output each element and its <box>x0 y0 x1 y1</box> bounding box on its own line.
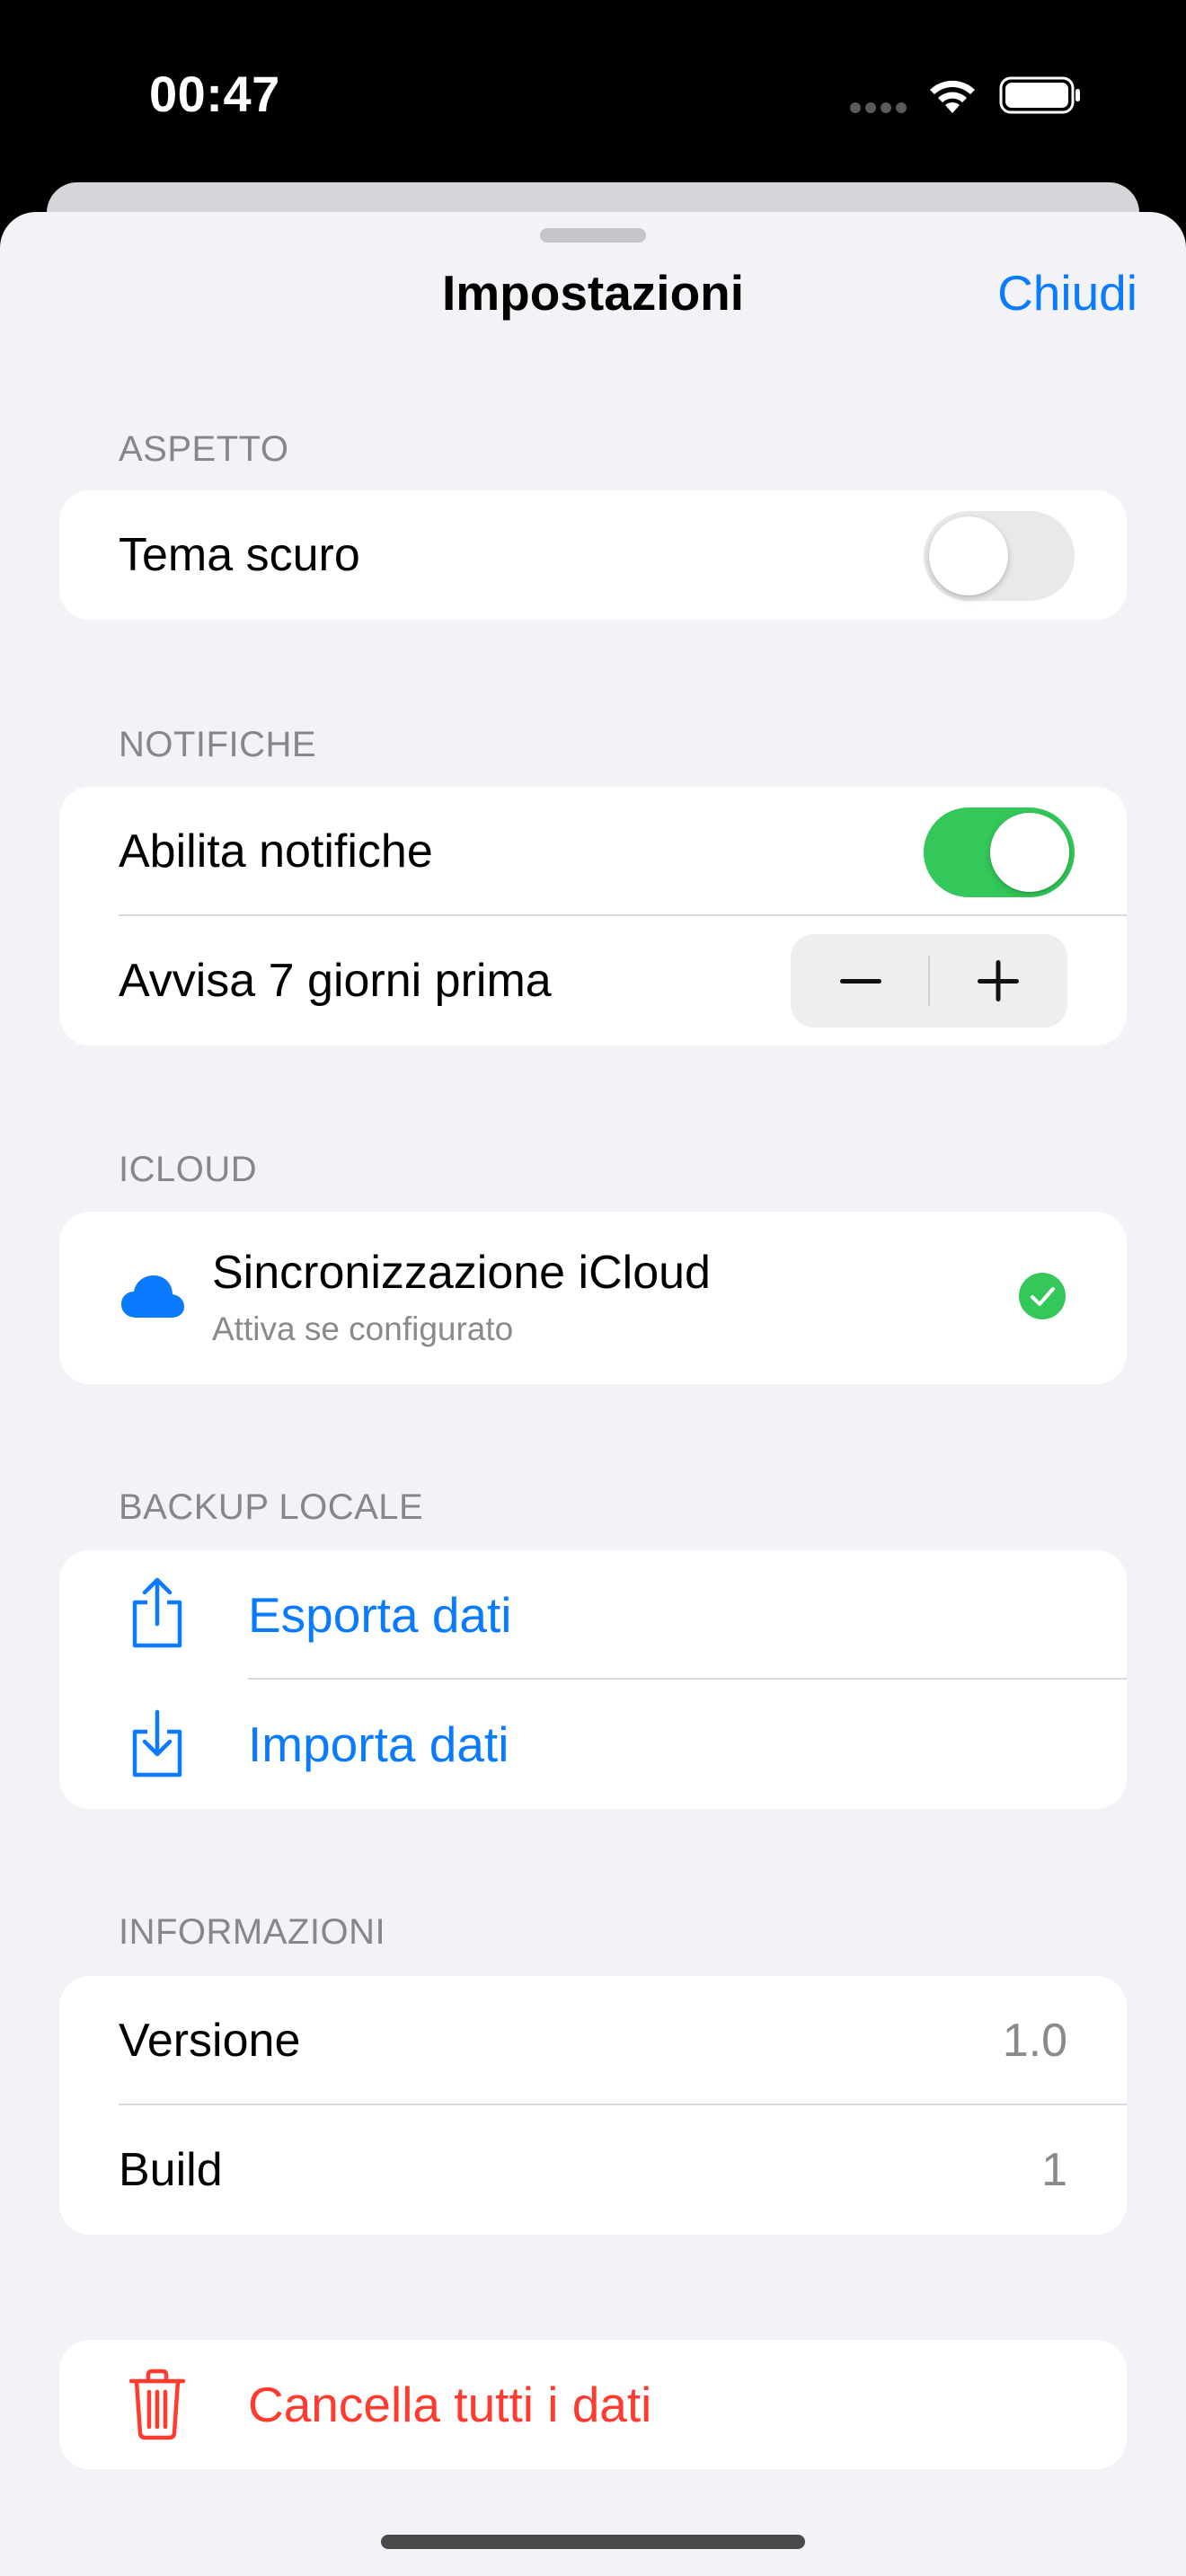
sheet-grabber[interactable] <box>540 228 646 243</box>
export-data-label: Esporta dati <box>248 1587 512 1643</box>
enable-notifications-toggle[interactable] <box>924 807 1075 897</box>
build-label: Build <box>119 2144 223 2196</box>
notifications-group: Abilita notifiche Avvisa 7 giorni prima <box>59 787 1127 1045</box>
trash-icon <box>128 2369 186 2440</box>
icloud-sync-title: Sincronizzazione iCloud <box>212 1247 711 1299</box>
cellular-signal-icon <box>850 102 907 115</box>
dark-theme-row: Tema scuro <box>59 490 1127 620</box>
remind-days-stepper[interactable] <box>791 934 1067 1028</box>
version-label: Versione <box>119 2015 301 2067</box>
minus-icon <box>840 979 881 984</box>
wifi-icon <box>930 80 975 113</box>
appearance-group: Tema scuro <box>59 490 1127 620</box>
plus-icon <box>978 960 1019 1001</box>
version-value: 1.0 <box>1002 2015 1067 2067</box>
icloud-group: Sincronizzazione iCloud Attiva se config… <box>59 1212 1127 1384</box>
version-row: Versione 1.0 <box>59 1976 1127 2105</box>
status-bar: 00:47 <box>0 0 1186 180</box>
section-header-icloud: ICLOUD <box>119 1150 258 1189</box>
icloud-sync-row[interactable]: Sincronizzazione iCloud Attiva se config… <box>59 1212 1127 1384</box>
dark-theme-label: Tema scuro <box>119 529 360 581</box>
stepper-decrement-button[interactable] <box>791 934 929 1028</box>
settings-sheet: Impostazioni Chiudi ASPETTO Tema scuro N… <box>0 212 1186 2576</box>
stepper-increment-button[interactable] <box>929 934 1067 1028</box>
status-time: 00:47 <box>149 66 280 122</box>
enable-notifications-row: Abilita notifiche <box>59 787 1127 916</box>
checkmark-circle-icon <box>1019 1273 1066 1319</box>
info-group: Versione 1.0 Build 1 <box>59 1976 1127 2235</box>
delete-all-data-row[interactable]: Cancella tutti i dati <box>59 2340 1127 2469</box>
icloud-sync-subtitle: Attiva se configurato <box>212 1310 514 1347</box>
dark-theme-toggle[interactable] <box>924 511 1075 601</box>
section-header-info: INFORMAZIONI <box>119 1912 386 1952</box>
home-indicator[interactable] <box>381 2535 805 2549</box>
import-data-row[interactable]: Importa dati <box>59 1680 1127 1809</box>
import-data-label: Importa dati <box>248 1716 509 1772</box>
share-export-icon <box>132 1577 182 1648</box>
close-button[interactable]: Chiudi <box>997 264 1137 322</box>
cloud-icon <box>121 1275 184 1318</box>
danger-group: Cancella tutti i dati <box>59 2340 1127 2469</box>
delete-all-data-label: Cancella tutti i dati <box>248 2377 652 2432</box>
section-header-appearance: ASPETTO <box>119 429 289 469</box>
remind-days-row: Avvisa 7 giorni prima <box>59 916 1127 1045</box>
enable-notifications-label: Abilita notifiche <box>119 825 433 878</box>
build-row: Build 1 <box>59 2105 1127 2235</box>
section-header-backup: BACKUP LOCALE <box>119 1487 424 1527</box>
battery-icon <box>999 76 1080 114</box>
download-import-icon <box>132 1709 182 1778</box>
build-value: 1 <box>1041 2144 1067 2196</box>
section-header-notifications: NOTIFICHE <box>119 725 317 764</box>
remind-days-label: Avvisa 7 giorni prima <box>119 955 552 1007</box>
export-data-row[interactable]: Esporta dati <box>59 1550 1127 1680</box>
backup-group: Esporta dati Importa dati <box>59 1550 1127 1809</box>
